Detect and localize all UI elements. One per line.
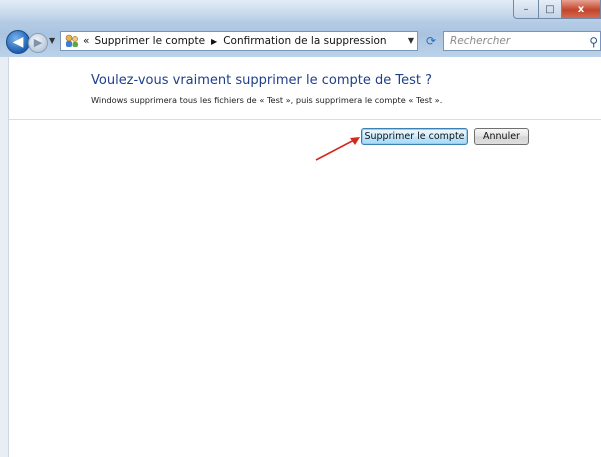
minimize-button[interactable]: – <box>513 0 539 19</box>
address-bar[interactable]: « Supprimer le compte ▶ Confirmation de … <box>60 31 418 51</box>
maximize-button[interactable]: □ <box>539 0 562 19</box>
search-box[interactable]: Rechercher ⚲ <box>443 31 601 51</box>
delete-account-button[interactable]: Supprimer le compte <box>361 128 468 145</box>
content-pane <box>0 57 601 457</box>
annotation-arrow-icon <box>315 137 360 161</box>
search-placeholder: Rechercher <box>450 35 511 47</box>
caption-buttons: – □ x <box>513 0 601 20</box>
window-titlebar: – □ x ◀ ▶ ▼ « Supprimer le compte ▶ Conf… <box>0 0 601 57</box>
navigation-pane-edge <box>0 57 9 457</box>
forward-button[interactable]: ▶ <box>28 33 48 53</box>
page-description: Windows supprimera tous les fichiers de … <box>91 95 443 105</box>
refresh-icon: ⟳ <box>425 34 437 48</box>
back-arrow-icon: ◀ <box>12 34 24 50</box>
content-divider <box>9 119 601 120</box>
navigation-bar: ◀ ▶ ▼ « Supprimer le compte ▶ Confirmati… <box>0 30 601 54</box>
user-accounts-icon <box>64 34 80 48</box>
breadcrumb-supprimer-le-compte[interactable]: Supprimer le compte <box>94 35 205 47</box>
breadcrumb-separator-icon[interactable]: ▶ <box>211 37 217 46</box>
address-dropdown-icon[interactable]: ▼ <box>408 36 414 45</box>
cancel-button[interactable]: Annuler <box>474 128 529 145</box>
search-icon[interactable]: ⚲ <box>589 33 598 51</box>
forward-arrow-icon: ▶ <box>33 36 43 49</box>
back-button[interactable]: ◀ <box>6 30 30 54</box>
close-button[interactable]: x <box>562 0 601 19</box>
refresh-button[interactable]: ⟳ <box>420 32 442 50</box>
titlebar-glass <box>0 0 601 22</box>
breadcrumb-confirmation[interactable]: Confirmation de la suppression <box>223 35 386 47</box>
breadcrumb-overflow[interactable]: « <box>83 35 89 47</box>
recent-pages-dropdown-icon[interactable]: ▼ <box>49 36 55 45</box>
page-title: Voulez-vous vraiment supprimer le compte… <box>91 73 433 88</box>
